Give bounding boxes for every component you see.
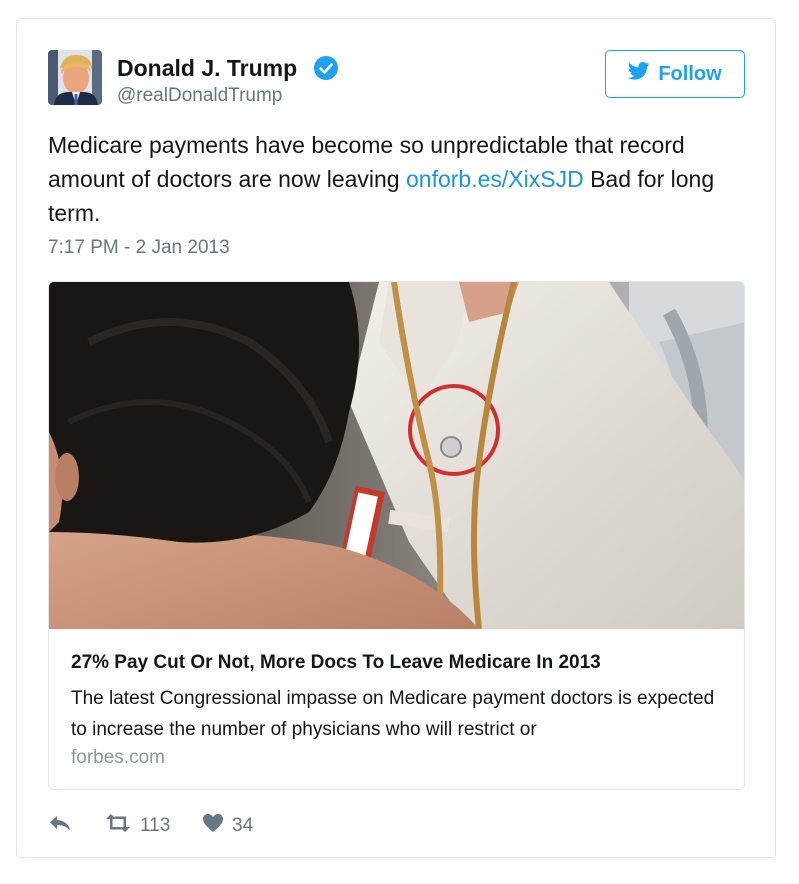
author-avatar[interactable] <box>48 50 102 105</box>
tweet-link[interactable]: onforb.es/XixSJD <box>406 166 584 192</box>
link-preview-title: 27% Pay Cut Or Not, More Docs To Leave M… <box>71 652 601 673</box>
retweet-icon <box>104 813 132 839</box>
reply-icon <box>48 813 72 839</box>
link-preview-card[interactable]: 27% Pay Cut Or Not, More Docs To Leave M… <box>48 281 745 790</box>
follow-button[interactable]: Follow <box>605 50 745 98</box>
tweet-card: Donald J. Trump @realDonaldTrump Follow … <box>16 18 776 858</box>
author-name[interactable]: Donald J. Trump <box>117 55 297 82</box>
heart-icon <box>202 813 224 839</box>
like-count: 34 <box>232 815 254 836</box>
tweet-actions: 113 34 <box>48 811 253 841</box>
verified-badge-icon <box>313 55 339 86</box>
link-preview-domain: forbes.com <box>71 747 165 768</box>
retweet-button[interactable]: 113 <box>104 813 202 839</box>
author-handle[interactable]: @realDonaldTrump <box>117 85 282 107</box>
tweet-timestamp[interactable]: 7:17 PM - 2 Jan 2013 <box>48 237 230 259</box>
link-preview-image <box>49 282 744 632</box>
link-preview-description: The latest Congressional impasse on Medi… <box>71 688 715 740</box>
follow-button-label: Follow <box>658 62 722 85</box>
tweet-text: Medicare payments have become so unpredi… <box>48 128 748 230</box>
like-button[interactable]: 34 <box>202 813 253 839</box>
twitter-bird-icon <box>628 62 650 86</box>
retweet-count: 113 <box>140 815 171 836</box>
reply-button[interactable] <box>48 813 104 839</box>
